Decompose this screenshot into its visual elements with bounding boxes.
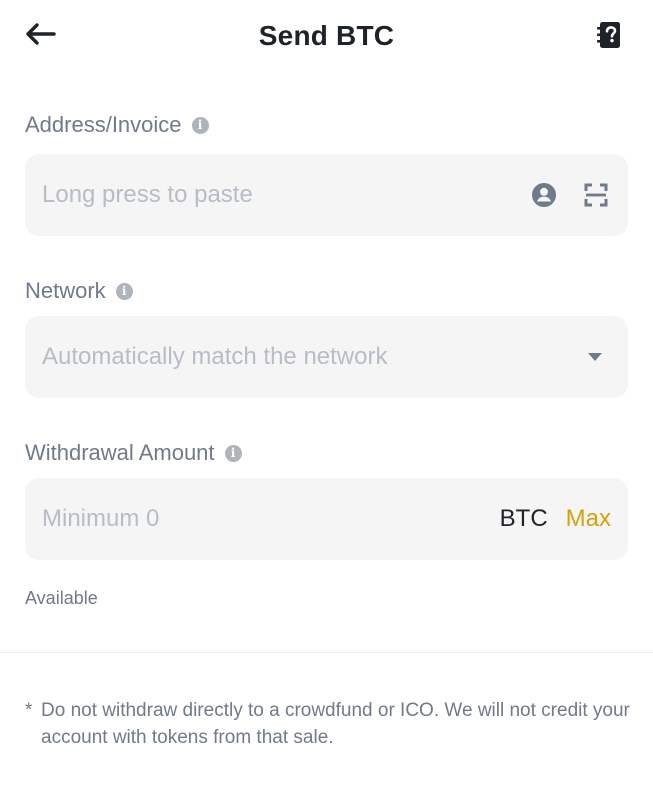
network-select[interactable]: Automatically match the network bbox=[25, 316, 628, 398]
address-label-row: Address/Invoice i bbox=[25, 112, 209, 138]
scan-button[interactable] bbox=[581, 180, 611, 210]
amount-label-row: Withdrawal Amount i bbox=[25, 440, 242, 466]
info-icon[interactable]: i bbox=[115, 282, 133, 300]
divider bbox=[0, 652, 653, 653]
info-icon[interactable]: i bbox=[224, 444, 242, 462]
available-balance-label: Available bbox=[25, 588, 98, 608]
network-placeholder: Automatically match the network bbox=[42, 343, 388, 370]
address-field[interactable] bbox=[25, 154, 628, 236]
header: Send BTC bbox=[0, 0, 653, 72]
help-button[interactable] bbox=[594, 20, 624, 50]
help-document-icon bbox=[597, 22, 620, 48]
network-label-row: Network i bbox=[25, 278, 133, 304]
currency-unit: BTC bbox=[499, 505, 548, 532]
contact-button[interactable] bbox=[529, 180, 559, 210]
scan-icon bbox=[584, 183, 608, 207]
page-title: Send BTC bbox=[258, 20, 395, 51]
address-label: Address/Invoice bbox=[25, 112, 182, 137]
amount-input[interactable] bbox=[42, 505, 500, 533]
info-icon[interactable]: i bbox=[191, 116, 209, 134]
address-input[interactable] bbox=[42, 181, 529, 209]
amount-label: Withdrawal Amount bbox=[25, 440, 215, 465]
disclaimer-note: * Do not withdraw directly to a crowdfun… bbox=[25, 697, 635, 751]
note-marker: * bbox=[25, 700, 33, 721]
caret-down-icon bbox=[588, 353, 602, 361]
contact-icon bbox=[532, 183, 556, 207]
max-button[interactable]: Max bbox=[566, 505, 611, 533]
note-text: Do not withdraw directly to a crowdfund … bbox=[41, 700, 630, 748]
network-label: Network bbox=[25, 278, 106, 303]
amount-field[interactable]: BTC Max bbox=[25, 478, 628, 560]
